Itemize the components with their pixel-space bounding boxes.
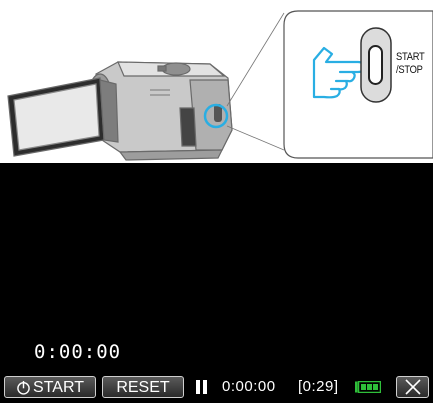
- start-button-label: START: [33, 378, 84, 396]
- recording-time: 0:00:00: [222, 378, 276, 395]
- stopwatch-icon: [16, 380, 31, 395]
- lcd-screen: 0:00:00 START RESET 0:00:00 [0:29]: [0, 163, 433, 403]
- camcorder-illustration: START /STOP: [0, 0, 433, 163]
- remaining-recording-time: [0:29]: [298, 378, 339, 395]
- reset-button[interactable]: RESET: [102, 376, 184, 398]
- callout-leader-top: [226, 12, 285, 107]
- start-stop-button-graphic: [360, 27, 392, 103]
- start-stop-label: START /STOP: [396, 51, 425, 76]
- camcorder-drawing: [7, 10, 433, 161]
- callout-leader-bottom: [226, 125, 285, 151]
- battery-icon: [355, 381, 381, 393]
- close-button[interactable]: [396, 376, 429, 398]
- reset-button-label: RESET: [116, 378, 170, 396]
- elapsed-time-display: 0:00:00: [34, 341, 122, 363]
- callout-box: [283, 10, 433, 159]
- bottom-control-bar: START RESET 0:00:00 [0:29]: [0, 373, 433, 403]
- pause-icon: [196, 380, 208, 394]
- camcorder-body: [7, 61, 233, 161]
- close-icon: [404, 379, 421, 395]
- start-button[interactable]: START: [4, 376, 96, 398]
